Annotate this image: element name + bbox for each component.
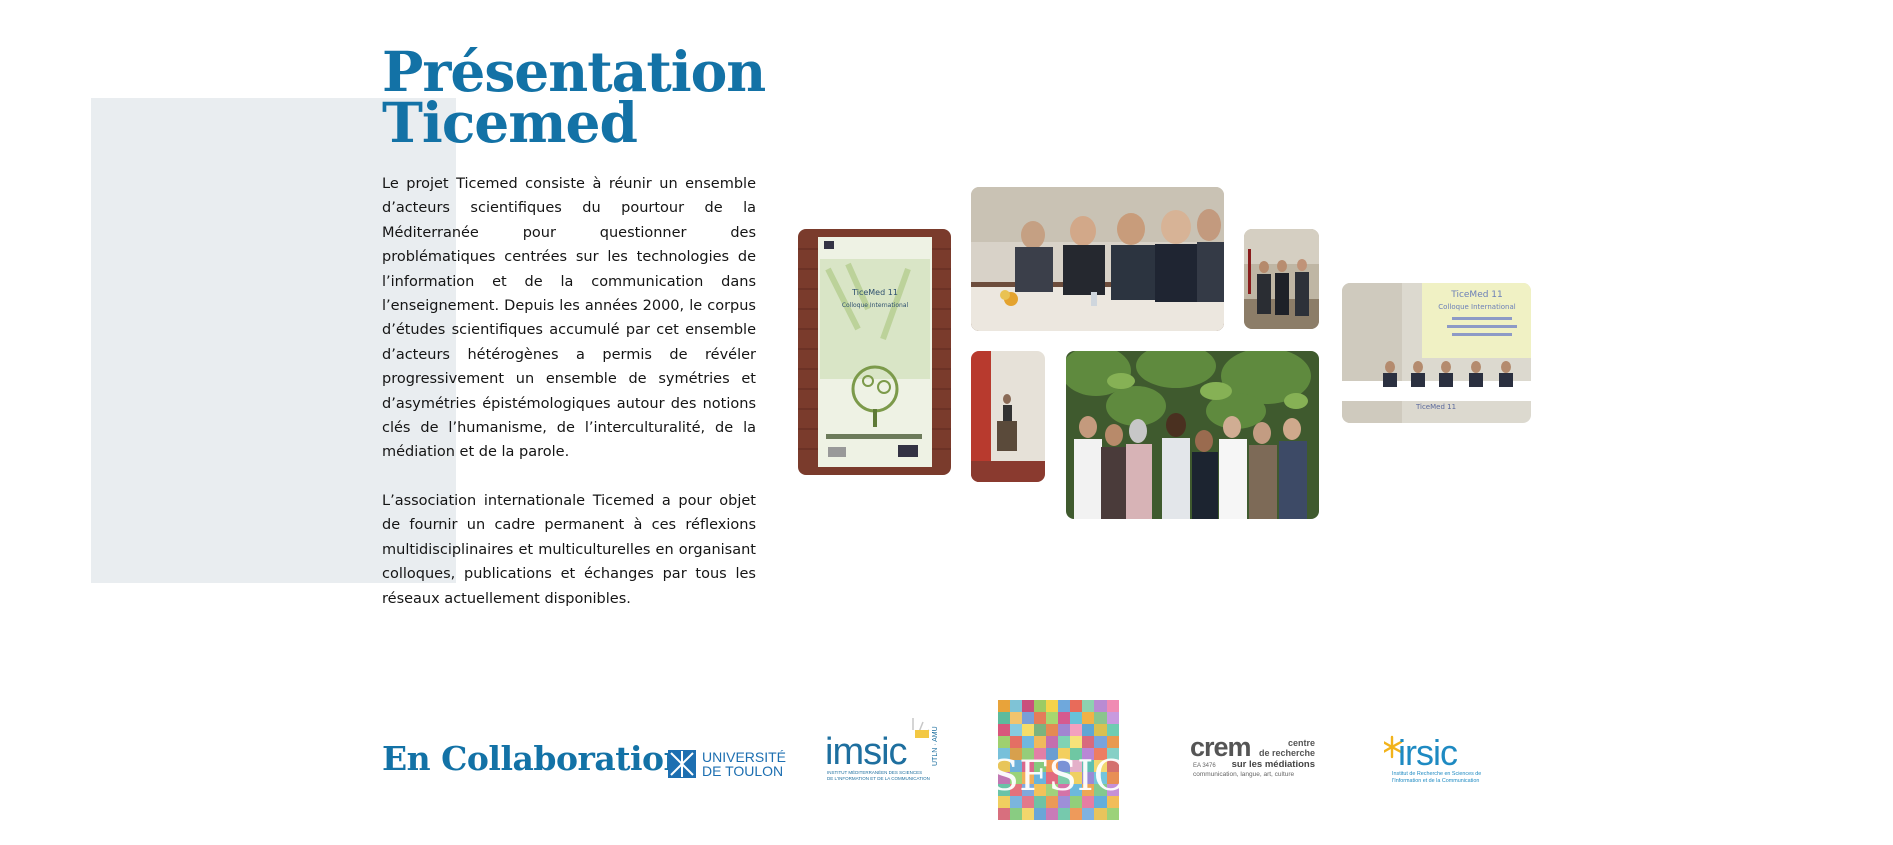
crem-right-2: de recherche xyxy=(1259,748,1315,758)
sfsic-name: SFSIC xyxy=(998,751,1119,800)
screen-caption: TiceMed 11 xyxy=(1415,403,1456,411)
photo-conference-screen: TiceMed 11 Colloque International TiceMe… xyxy=(1342,283,1531,423)
imsic-name: imsic xyxy=(825,731,907,773)
title-line-2: Ticemed xyxy=(382,90,638,155)
crem-right-1: centre xyxy=(1288,738,1315,748)
banner-title: TiceMed 11 xyxy=(851,288,898,297)
photo-small-group xyxy=(1244,229,1319,329)
paragraph-2: L’association internationale Ticemed a p… xyxy=(382,492,756,607)
irsic-sub-1: Institut de Recherche en Sciences de xyxy=(1392,771,1481,777)
intro-text: Le projet Ticemed consiste à réunir un e… xyxy=(382,172,756,635)
logo-universite-toulon[interactable]: UNIVERSITÉ DE TOULON xyxy=(667,744,793,780)
screen-title: TiceMed 11 xyxy=(1450,290,1503,300)
crem-right-3: sur les médiations xyxy=(1232,759,1315,770)
toulon-line-2: DE TOULON xyxy=(702,763,783,779)
irsic-name: irsic xyxy=(1398,733,1458,773)
logo-sfsic[interactable]: SFSIC xyxy=(990,700,1126,820)
page-title: Présentation Ticemed xyxy=(382,44,766,155)
photo-group-outdoor xyxy=(1066,351,1319,519)
logo-crem[interactable]: crem centre de recherche sur les médiati… xyxy=(1190,730,1316,786)
photo-speaker xyxy=(971,351,1045,482)
photo-banner: TiceMed 11 Colloque International xyxy=(798,229,951,475)
crem-name: crem xyxy=(1190,732,1251,762)
logo-imsic[interactable]: imsic UTLN · AMU INSTITUT MÉDITERRANÉEN … xyxy=(825,714,953,786)
logo-irsic[interactable]: irsic Institut de Recherche en Sciences … xyxy=(1381,732,1500,789)
crem-sub: communication, langue, art, culture xyxy=(1193,771,1295,778)
imsic-sub-1: INSTITUT MÉDITERRANÉEN DES SCIENCES xyxy=(827,769,922,775)
imsic-sub-2: DE L'INFORMATION ET DE LA COMMUNICATION xyxy=(827,776,930,781)
crem-code: EA 3476 xyxy=(1193,763,1216,769)
screen-subtitle: Colloque International xyxy=(1438,303,1515,311)
banner-subtitle: Colloque International xyxy=(842,302,909,309)
imsic-tag: UTLN · AMU xyxy=(932,726,939,766)
paragraph-1: Le projet Ticemed consiste à réunir un e… xyxy=(382,176,756,461)
collaboration-title: En Collaboration xyxy=(382,739,688,778)
irsic-sub-2: l'Information et de la Communication xyxy=(1392,778,1479,784)
photo-panel-discussion xyxy=(971,187,1224,331)
